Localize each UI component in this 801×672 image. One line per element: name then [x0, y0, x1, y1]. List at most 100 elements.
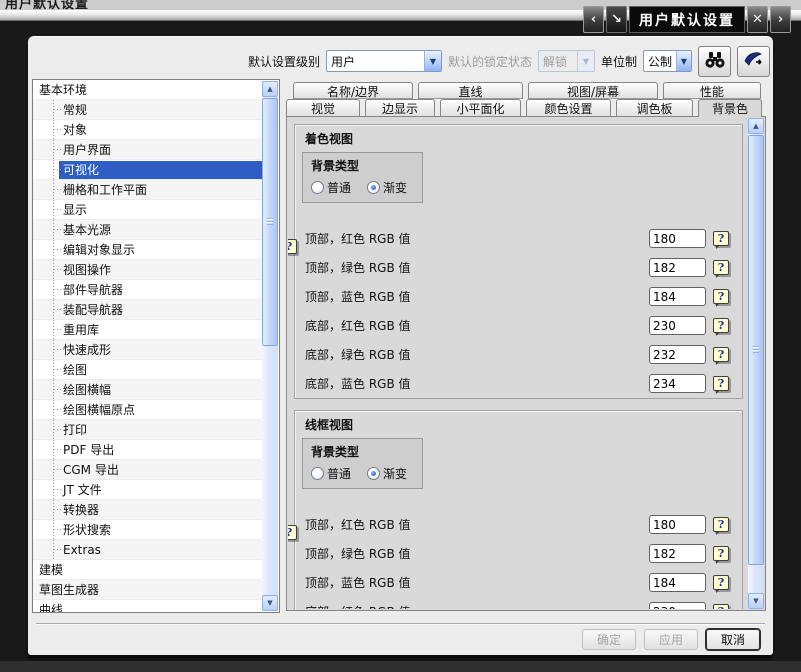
sidebar-item[interactable]: CGM 导出: [33, 460, 262, 480]
help-button[interactable]: ?: [713, 376, 729, 394]
help-button[interactable]: ?: [713, 575, 729, 593]
radio-checked-icon[interactable]: [367, 467, 381, 480]
help-button[interactable]: ?: [713, 260, 729, 278]
sidebar-item[interactable]: 常规: [33, 100, 262, 120]
ok-button[interactable]: 确定: [581, 629, 636, 650]
radio-gradient[interactable]: 渐变: [367, 179, 407, 196]
sidebar-item[interactable]: 视图操作: [33, 260, 262, 280]
chevron-down-icon[interactable]: ▼: [423, 51, 441, 71]
tab-item[interactable]: 边显示: [365, 99, 435, 117]
tab-selected[interactable]: 背景色: [698, 99, 762, 117]
sidebar-item[interactable]: Extras: [33, 540, 262, 560]
rgb-value-input[interactable]: [649, 316, 706, 335]
sidebar-item[interactable]: 基本环境: [33, 80, 262, 100]
sidebar-item[interactable]: PDF 导出: [33, 440, 262, 460]
titlebar-forward-button[interactable]: ›: [770, 6, 791, 33]
footer-buttons: 确定 应用 取消: [581, 629, 760, 650]
help-button[interactable]: ?: [288, 239, 297, 254]
radio-normal[interactable]: 普通: [311, 179, 351, 196]
rgb-row-label: 顶部，红色 RGB 值: [305, 518, 411, 532]
tab-item[interactable]: 名称/边界: [293, 82, 413, 99]
help-button[interactable]: ?: [713, 546, 729, 564]
sidebar-item[interactable]: 绘图: [33, 360, 262, 380]
rgb-value-input[interactable]: [649, 515, 706, 534]
tab-item[interactable]: 直线: [418, 82, 523, 99]
sidebar-item[interactable]: 部件导航器: [33, 280, 262, 300]
tree-scrollbar-thumb[interactable]: [262, 98, 278, 346]
sidebar-item[interactable]: 装配导航器: [33, 300, 262, 320]
help-button[interactable]: ?: [713, 231, 729, 249]
tab-item[interactable]: 颜色设置: [526, 99, 611, 117]
manage-current-settings-button[interactable]: [737, 45, 770, 77]
sidebar-item[interactable]: 可视化: [33, 160, 262, 180]
sidebar-item[interactable]: 建模: [33, 560, 262, 580]
radio-gradient[interactable]: 渐变: [367, 465, 407, 482]
help-button[interactable]: ?: [713, 604, 729, 609]
sidebar-item-label: 基本环境: [39, 83, 88, 97]
tab-item[interactable]: 性能: [663, 82, 761, 99]
rgb-value-input[interactable]: [649, 229, 706, 248]
sidebar-item[interactable]: 重用库: [33, 320, 262, 340]
sidebar-item[interactable]: 显示: [33, 200, 262, 220]
radio-unchecked-icon[interactable]: [311, 467, 324, 480]
sidebar-item[interactable]: 打印: [33, 420, 262, 440]
units-combobox[interactable]: 公制 ▼: [643, 50, 692, 72]
rgb-value-input[interactable]: [649, 374, 706, 393]
sidebar-item[interactable]: 快速成形: [33, 340, 262, 360]
tab-item[interactable]: 调色板: [616, 99, 693, 117]
scroll-down-icon[interactable]: ▼: [262, 595, 278, 611]
radio-unchecked-icon[interactable]: [311, 181, 324, 194]
titlebar-back-button[interactable]: ‹: [583, 6, 604, 33]
scroll-up-icon[interactable]: ▲: [262, 81, 278, 97]
binoculars-icon: [704, 51, 726, 72]
scroll-down-icon[interactable]: ▼: [748, 593, 764, 609]
sidebar-item[interactable]: 绘图横幅原点: [33, 400, 262, 420]
sidebar-item[interactable]: 对象: [33, 120, 262, 140]
help-button[interactable]: ?: [713, 517, 729, 535]
titlebar-close-button[interactable]: ✕: [747, 6, 768, 33]
rgb-value-input[interactable]: [649, 573, 706, 592]
content-scrollbar-thumb[interactable]: [748, 135, 764, 565]
sidebar-item[interactable]: 栅格和工作平面: [33, 180, 262, 200]
rgb-value-input[interactable]: [649, 287, 706, 306]
tab-item[interactable]: 视觉: [286, 99, 360, 117]
sidebar-item[interactable]: 形状搜索: [33, 520, 262, 540]
sidebar-item[interactable]: 绘图横幅: [33, 380, 262, 400]
help-button[interactable]: ?: [288, 525, 297, 540]
background-type-radios: 普通 渐变: [311, 465, 422, 482]
sidebar-item-label: 用户界面: [63, 143, 112, 157]
level-combobox[interactable]: 用户 ▼: [325, 50, 442, 72]
rgb-value-input[interactable]: [649, 544, 706, 563]
sidebar-item[interactable]: 曲线: [33, 600, 262, 612]
scroll-up-icon[interactable]: ▲: [748, 118, 764, 134]
sidebar-item[interactable]: 编辑对象显示: [33, 240, 262, 260]
find-default-button[interactable]: [698, 45, 731, 77]
rgb-value-input[interactable]: [649, 258, 706, 277]
content-scrollbar[interactable]: ▲ ▼: [748, 118, 764, 609]
sidebar-item[interactable]: 草图生成器: [33, 580, 262, 600]
chevron-down-icon[interactable]: ▼: [676, 51, 691, 71]
titlebar-drag-button[interactable]: ↘: [606, 6, 627, 33]
radio-checked-icon[interactable]: [367, 181, 381, 194]
help-button[interactable]: ?: [713, 347, 729, 365]
sidebar-item[interactable]: 用户界面: [33, 140, 262, 160]
sidebar-item-label: 形状搜索: [63, 523, 112, 537]
sidebar-item-label: 栅格和工作平面: [63, 183, 148, 197]
rgb-value-input[interactable]: [649, 602, 706, 609]
radio-normal[interactable]: 普通: [311, 465, 351, 482]
tab-item[interactable]: 视图/屏幕: [528, 82, 658, 99]
rgb-value-input[interactable]: [649, 345, 706, 364]
tree-scrollbar[interactable]: ▲ ▼: [262, 81, 278, 611]
help-button[interactable]: ?: [713, 289, 729, 307]
tab-item[interactable]: 小平面化: [440, 99, 521, 117]
sidebar-item[interactable]: 转换器: [33, 500, 262, 520]
apply-button[interactable]: 应用: [643, 629, 698, 650]
sidebar-item[interactable]: 基本光源: [33, 220, 262, 240]
sidebar-item[interactable]: JT 文件: [33, 480, 262, 500]
radio-label: 普通: [327, 181, 352, 195]
sidebar-item-label: 可视化: [63, 163, 100, 177]
rgb-value-row: 顶部，红色 RGB 值?: [295, 224, 742, 253]
cancel-button[interactable]: 取消: [705, 629, 760, 650]
help-button[interactable]: ?: [713, 318, 729, 336]
rgb-row-label: 底部，蓝色 RGB 值: [305, 377, 411, 391]
